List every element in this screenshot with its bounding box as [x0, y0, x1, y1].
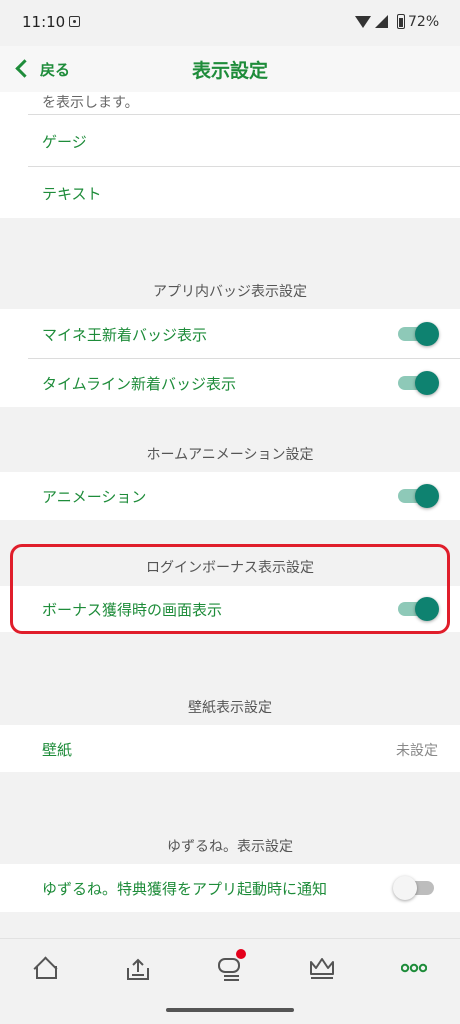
- setting-label: 壁紙: [42, 741, 73, 759]
- setting-label: タイムライン新着バッジ表示: [42, 375, 236, 393]
- tab-chat[interactable]: [184, 939, 276, 999]
- badge-settings-group: マイネ王新着バッジ表示 タイムライン新着バッジ表示: [0, 309, 460, 407]
- setting-row-timeline-badge[interactable]: タイムライン新着バッジ表示: [0, 359, 460, 407]
- animation-toggle[interactable]: [398, 484, 439, 508]
- option-label: ゲージ: [42, 133, 87, 151]
- chat-icon: [218, 958, 240, 981]
- setting-label: アニメーション: [42, 488, 147, 506]
- wifi-icon: [355, 16, 371, 28]
- battery-icon: [397, 14, 405, 29]
- status-bar: 11:10 72%: [0, 0, 460, 46]
- option-gauge[interactable]: ゲージ: [0, 115, 460, 166]
- notification-dot: [236, 949, 246, 959]
- setting-row-animation[interactable]: アニメーション: [0, 472, 460, 520]
- option-label: テキスト: [42, 185, 102, 203]
- page-title: 表示設定: [191, 60, 268, 82]
- setting-label: ゆずるね。特典獲得をアプリ起動時に通知: [42, 880, 328, 898]
- battery-percentage: 72%: [408, 14, 440, 30]
- bottom-tab-bar: [0, 938, 460, 999]
- tab-ranking[interactable]: [276, 939, 368, 999]
- highlight-box: [10, 544, 450, 634]
- tab-more[interactable]: [368, 939, 460, 999]
- clock: 11:10: [22, 13, 66, 31]
- toggle-knob: [393, 876, 417, 900]
- display-options-group: を表示します。 ゲージ テキスト: [0, 92, 460, 218]
- timeline-badge-toggle[interactable]: [398, 371, 439, 395]
- tab-home[interactable]: [0, 939, 92, 999]
- section-header-badge: アプリ内バッジ表示設定: [153, 284, 307, 300]
- yuzurune-notify-toggle[interactable]: [393, 876, 434, 900]
- setting-row-maine-badge[interactable]: マイネ王新着バッジ表示: [0, 309, 460, 358]
- crown-icon: [310, 958, 334, 979]
- section-header-animation: ホームアニメーション設定: [146, 447, 314, 463]
- section-description: を表示します。: [42, 95, 139, 111]
- section-header-wallpaper: 壁紙表示設定: [188, 700, 272, 716]
- toggle-knob: [415, 371, 439, 395]
- section-header-yuzurune: ゆずるね。表示設定: [167, 839, 293, 855]
- setting-row-wallpaper[interactable]: 壁紙 未設定: [0, 725, 460, 772]
- gesture-bar[interactable]: [166, 1008, 294, 1012]
- setting-label: マイネ王新着バッジ表示: [42, 326, 208, 344]
- home-icon-body: [36, 966, 57, 979]
- tab-post[interactable]: [92, 939, 184, 999]
- maine-badge-toggle[interactable]: [398, 322, 439, 346]
- wallpaper-value: 未設定: [396, 743, 438, 759]
- navigation-bar: 戻る 表示設定: [0, 46, 460, 92]
- setting-row-yuzurune-notify[interactable]: ゆずるね。特典獲得をアプリ起動時に通知: [0, 864, 460, 912]
- toggle-knob: [415, 322, 439, 346]
- camera-status-icon: [69, 16, 80, 27]
- more-dots-icon: [401, 963, 427, 973]
- upload-tray-icon: [127, 958, 149, 980]
- toggle-knob: [415, 484, 439, 508]
- option-text[interactable]: テキスト: [0, 167, 460, 218]
- signal-icon: [375, 15, 388, 28]
